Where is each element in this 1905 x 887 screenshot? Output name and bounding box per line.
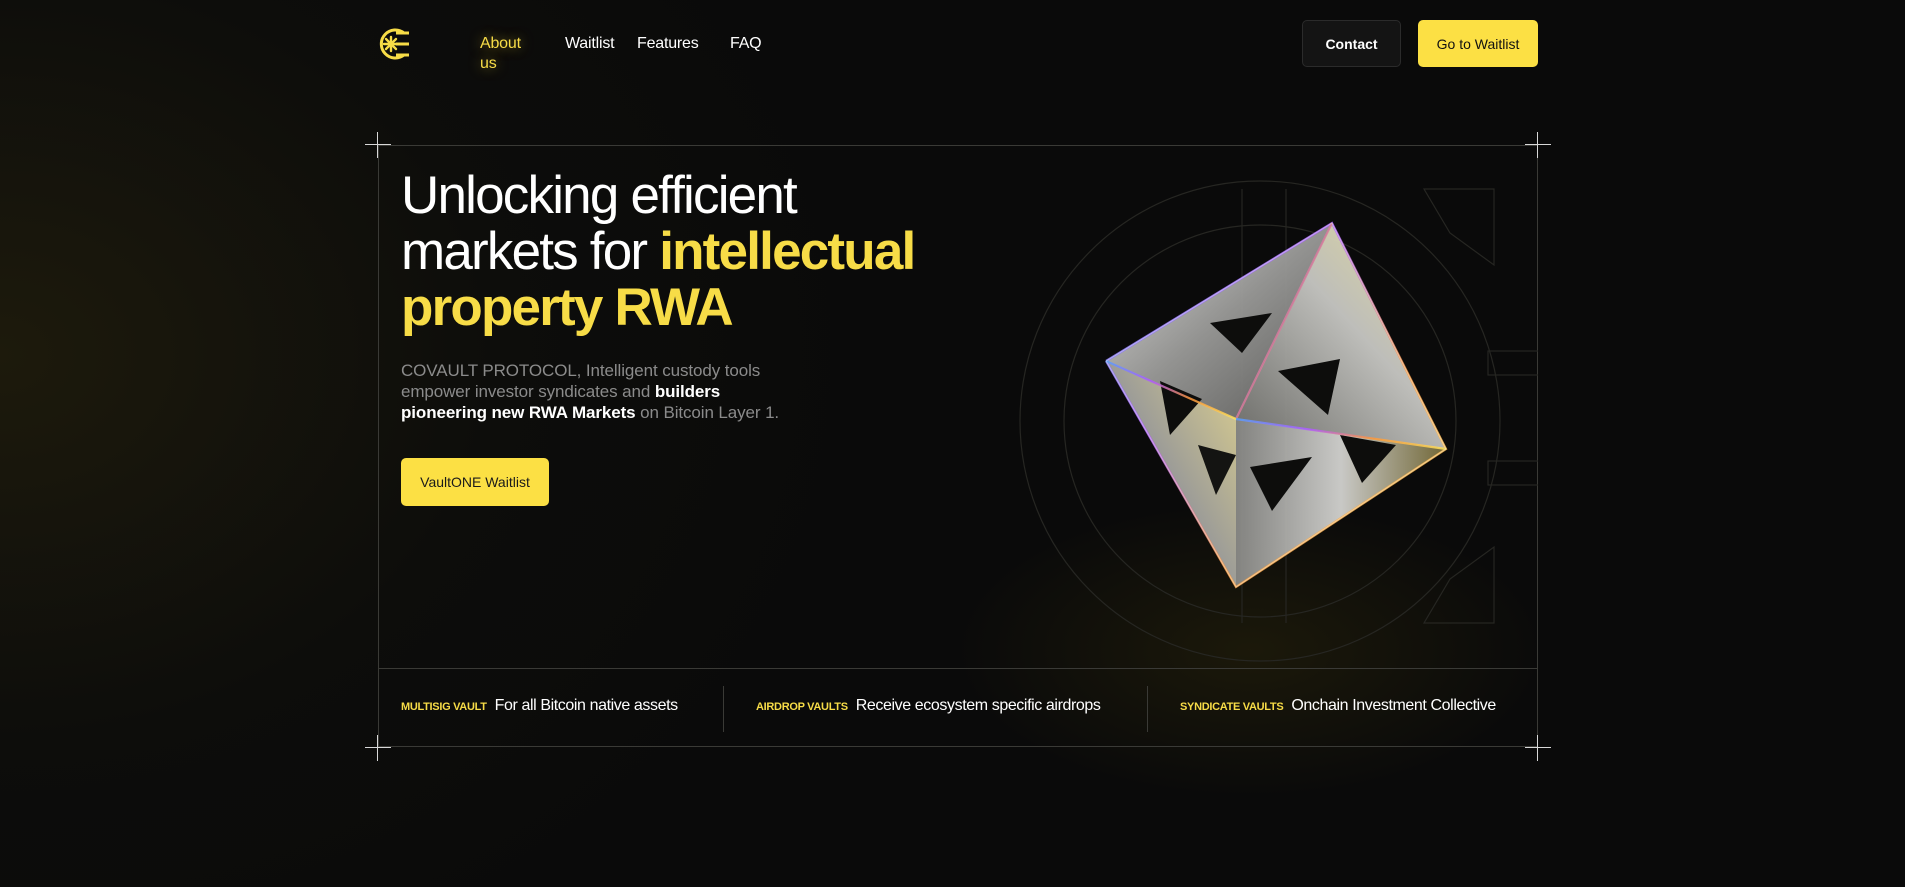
vaultone-waitlist-button[interactable]: VaultONE Waitlist — [401, 458, 549, 506]
frame-divider — [379, 668, 1537, 669]
logo-icon[interactable] — [376, 26, 412, 62]
hero-title: Unlocking efficient markets for intellec… — [401, 168, 1001, 336]
feature-description: Receive ecosystem specific airdrops — [855, 697, 1101, 714]
go-to-waitlist-button[interactable]: Go to Waitlist — [1418, 20, 1538, 67]
nav-link-about-us[interactable]: About us — [480, 34, 521, 74]
prism-crystal-graphic — [1019, 180, 1538, 662]
hero-subtitle: COVAULT PROTOCOL, Intelligent custody to… — [401, 360, 801, 423]
feature-description: Onchain Investment Collective — [1291, 697, 1496, 714]
feature-tag: AIRDROP VAULTS — [756, 701, 848, 713]
corner-crosshair-bottom-right — [1525, 735, 1551, 761]
hero-title-line1: Unlocking efficient — [401, 166, 798, 225]
feature-separator — [723, 686, 724, 732]
hero-subtitle-text-2: on Bitcoin Layer 1. — [635, 403, 780, 422]
nav-link-faq[interactable]: FAQ — [730, 34, 762, 54]
hero-title-highlight-1: intellectual — [659, 222, 916, 281]
corner-crosshair-top-left — [365, 132, 391, 158]
corner-crosshair-bottom-left — [365, 735, 391, 761]
feature-airdrop-vaults: AIRDROP VAULTS Receive ecosystem specifi… — [756, 697, 1101, 715]
nav-link-features[interactable]: Features — [637, 34, 699, 54]
feature-multisig-vault: MULTISIG VAULT For all Bitcoin native as… — [401, 697, 678, 715]
hero-title-line2: markets for — [401, 222, 660, 281]
feature-tag: MULTISIG VAULT — [401, 701, 487, 713]
hero-title-highlight-2: property RWA — [401, 278, 734, 337]
feature-tag: SYNDICATE VAULTS — [1180, 701, 1284, 713]
contact-button[interactable]: Contact — [1302, 20, 1401, 67]
nav-link-waitlist[interactable]: Waitlist — [565, 34, 615, 54]
feature-description: For all Bitcoin native assets — [494, 697, 679, 714]
feature-syndicate-vaults: SYNDICATE VAULTS Onchain Investment Coll… — [1180, 697, 1496, 715]
feature-separator — [1147, 686, 1148, 732]
